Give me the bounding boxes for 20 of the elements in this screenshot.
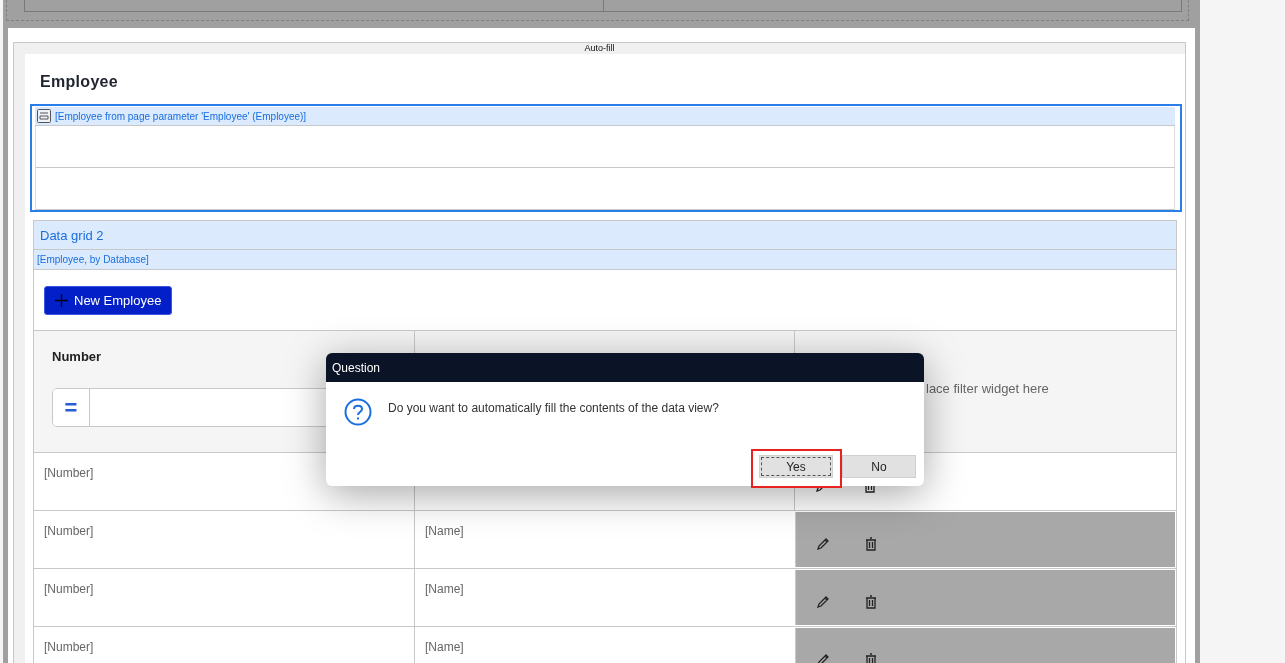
hint-text: lace filter widget here <box>926 381 1049 396</box>
dialog-button[interactable]: Yes <box>759 455 833 478</box>
page-title: Employee <box>40 73 118 91</box>
data-source-label: [Employee, by Database] <box>37 254 149 265</box>
table-cell: [Name] <box>425 524 464 538</box>
table-cell: [Name] <box>425 582 464 596</box>
data-source-label: [Employee from page parameter 'Employee' (Employee)] <box>55 110 307 122</box>
operator-button[interactable]: = <box>53 389 90 426</box>
column-header: Number <box>52 349 102 364</box>
auto-fill-label: Auto-fill <box>584 43 615 54</box>
table-cell: [Number] <box>44 466 94 480</box>
table-cell: [Number] <box>44 582 94 596</box>
new-employee-button[interactable]: New Employee <box>44 286 173 315</box>
table-cell: [Number] <box>44 640 94 654</box>
dialog-title: Question <box>332 360 381 375</box>
data-grid-title: Data grid 2 <box>40 227 104 243</box>
table-cell: [Number] <box>44 524 94 538</box>
data-view[interactable]: [Employee from page parameter 'Employee' (Employee)] <box>30 104 1182 212</box>
table-cell: [Name] <box>425 640 464 654</box>
dialog-button[interactable]: No <box>842 455 916 478</box>
